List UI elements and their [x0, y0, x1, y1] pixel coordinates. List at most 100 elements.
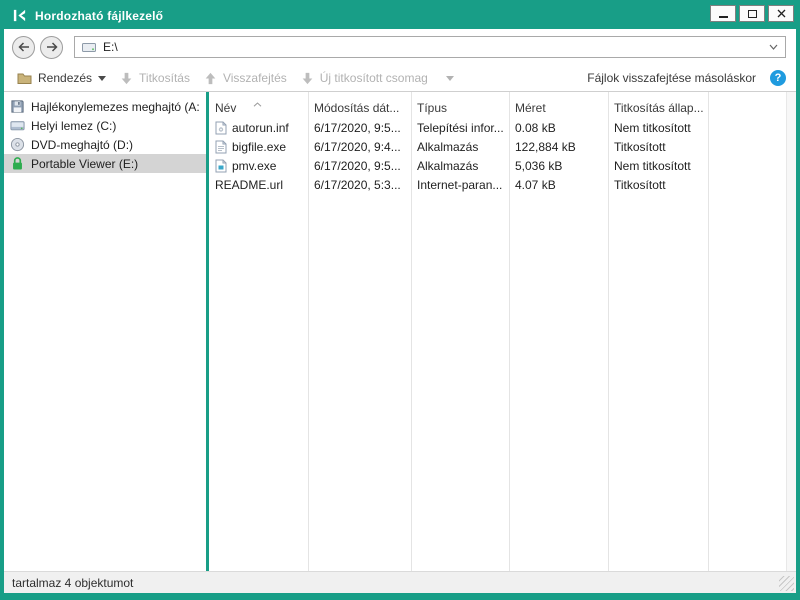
table-row[interactable]: README.url 6/17/2020, 5:3... Internet-pa…: [209, 175, 786, 194]
table-row[interactable]: autorun.inf 6/17/2020, 9:5... Telepítési…: [209, 118, 786, 137]
address-bar[interactable]: E:\: [74, 36, 786, 58]
new-encrypted-package-label: Új titkosított csomag: [320, 71, 428, 85]
status-bar: tartalmaz 4 objektumot: [4, 571, 796, 593]
organize-button[interactable]: Rendezés: [10, 65, 113, 91]
column-header-modified[interactable]: Módosítás dát...: [308, 101, 411, 115]
sidebar-item-floppy-a[interactable]: Hajlékonylemezes meghajtó (A:: [4, 97, 206, 116]
navigation-bar: E:\: [4, 29, 796, 65]
new-encrypted-package-button[interactable]: Új titkosított csomag: [294, 65, 435, 91]
file-type: Telepítési infor...: [411, 121, 509, 135]
drive-sidebar: Hajlékonylemezes meghajtó (A: Helyi leme…: [4, 92, 206, 571]
address-dropdown-button[interactable]: [769, 44, 778, 50]
maximize-icon: [748, 10, 757, 18]
file-type: Internet-paran...: [411, 178, 509, 192]
column-divider: [411, 92, 412, 571]
encrypt-button[interactable]: Titkosítás: [113, 65, 197, 91]
file-type: Alkalmazás: [411, 159, 509, 173]
column-header-status[interactable]: Titkosítás állap...: [608, 101, 708, 115]
inf-file-icon: [215, 121, 227, 135]
forward-button[interactable]: [40, 36, 63, 59]
new-encrypted-package-dropdown-button[interactable]: [439, 65, 461, 91]
column-divider: [708, 92, 709, 571]
close-icon: [777, 9, 786, 18]
chevron-down-icon: [98, 76, 106, 81]
decrypt-on-copy-label: Fájlok visszafejtése másoláskor: [587, 71, 756, 85]
toolbar-right-group: Fájlok visszafejtése másoláskor ?: [580, 70, 786, 86]
file-name: README.url: [215, 178, 283, 192]
arrow-up-icon: [204, 72, 217, 85]
file-name: bigfile.exe: [232, 140, 286, 154]
sidebar-item-label: Hajlékonylemezes meghajtó (A:: [31, 100, 200, 114]
file-name: pmv.exe: [232, 159, 276, 173]
content-area: Hajlékonylemezes meghajtó (A: Helyi leme…: [4, 92, 796, 571]
file-modified: 6/17/2020, 5:3...: [308, 178, 411, 192]
chevron-down-icon: [769, 44, 778, 50]
resize-grip[interactable]: [779, 576, 794, 591]
portable-file-manager-window: Hordozható fájlkezelő E:\: [0, 0, 800, 600]
column-divider: [509, 92, 510, 571]
forward-arrow-icon: [46, 42, 58, 52]
file-status: Titkosított: [608, 140, 708, 154]
file-size: 122,884 kB: [509, 140, 608, 154]
address-text: E:\: [103, 40, 118, 54]
minimize-button[interactable]: [710, 5, 736, 22]
organize-label: Rendezés: [38, 71, 92, 85]
sidebar-item-dvd-d[interactable]: DVD-meghajtó (D:): [4, 135, 206, 154]
file-size: 5,036 kB: [509, 159, 608, 173]
column-divider: [308, 92, 309, 571]
floppy-drive-icon: [9, 99, 25, 114]
hard-drive-icon: [9, 118, 25, 133]
encrypted-drive-lock-icon: [9, 156, 25, 171]
file-size: 4.07 kB: [509, 178, 608, 192]
file-name: autorun.inf: [232, 121, 289, 135]
info-icon[interactable]: ?: [770, 70, 786, 86]
window-title: Hordozható fájlkezelő: [35, 9, 702, 23]
decrypt-label: Visszafejtés: [223, 71, 287, 85]
sidebar-item-label: Portable Viewer (E:): [31, 157, 138, 171]
file-status: Nem titkosított: [608, 159, 708, 173]
sidebar-item-label: DVD-meghajtó (D:): [31, 138, 133, 152]
file-modified: 6/17/2020, 9:5...: [308, 121, 411, 135]
chevron-down-icon: [446, 76, 454, 81]
file-size: 0.08 kB: [509, 121, 608, 135]
decrypt-button[interactable]: Visszafejtés: [197, 65, 294, 91]
arrow-down-icon: [120, 72, 133, 85]
vertical-scrollbar[interactable]: [786, 92, 796, 571]
file-status: Nem titkosított: [608, 121, 708, 135]
table-row[interactable]: bigfile.exe 6/17/2020, 9:4... Alkalmazás…: [209, 137, 786, 156]
status-text: tartalmaz 4 objektumot: [12, 576, 133, 590]
file-list: Név Módosítás dát... Típus Méret Titkosí…: [209, 92, 786, 571]
column-header-type[interactable]: Típus: [411, 101, 509, 115]
client-area: E:\ Rendezés Titkosítás Visszafej: [4, 29, 796, 593]
column-header-size[interactable]: Méret: [509, 101, 608, 115]
titlebar: Hordozható fájlkezelő: [4, 0, 796, 29]
back-button[interactable]: [12, 36, 35, 59]
sidebar-item-portable-viewer-e[interactable]: Portable Viewer (E:): [4, 154, 206, 173]
back-arrow-icon: [18, 42, 30, 52]
toolbar: Rendezés Titkosítás Visszafejtés Új titk…: [4, 65, 796, 92]
sidebar-item-label: Helyi lemez (C:): [31, 119, 116, 133]
drive-icon: [82, 41, 96, 53]
info-glyph: ?: [775, 72, 782, 84]
maximize-button[interactable]: [739, 5, 765, 22]
file-list-header: Név Módosítás dát... Típus Méret Titkosí…: [209, 97, 786, 118]
kaspersky-logo-icon: [12, 8, 27, 23]
dvd-drive-icon: [9, 137, 25, 152]
file-modified: 6/17/2020, 9:5...: [308, 159, 411, 173]
encrypt-label: Titkosítás: [139, 71, 190, 85]
sort-ascending-icon: [253, 94, 262, 112]
column-divider: [608, 92, 609, 571]
file-status: Titkosított: [608, 178, 708, 192]
file-modified: 6/17/2020, 9:4...: [308, 140, 411, 154]
arrow-down-icon: [301, 72, 314, 85]
application-file-icon: [215, 159, 227, 173]
table-row[interactable]: pmv.exe 6/17/2020, 9:5... Alkalmazás 5,0…: [209, 156, 786, 175]
folder-icon: [17, 72, 32, 85]
minimize-icon: [719, 16, 728, 18]
decrypt-on-copy-button[interactable]: Fájlok visszafejtése másoláskor: [580, 71, 763, 85]
file-type: Alkalmazás: [411, 140, 509, 154]
close-button[interactable]: [768, 5, 794, 22]
window-controls: [710, 5, 794, 22]
sidebar-item-local-c[interactable]: Helyi lemez (C:): [4, 116, 206, 135]
exe-file-icon: [215, 140, 227, 154]
